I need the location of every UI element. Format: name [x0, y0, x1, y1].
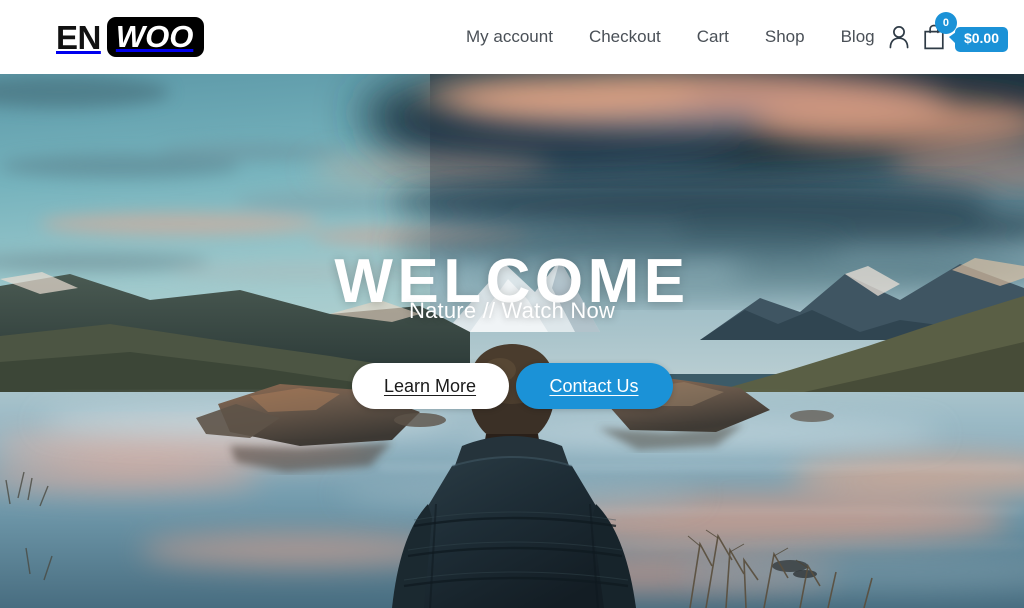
site-logo[interactable]: EN WOO	[56, 16, 205, 58]
logo-text-woo: WOO	[115, 18, 194, 54]
nav-shop[interactable]: Shop	[747, 23, 823, 51]
site-header: EN WOO My account Checkout Cart Shop Blo…	[0, 0, 1024, 74]
logo-badge: WOO	[106, 16, 205, 58]
nav-my-account[interactable]: My account	[466, 23, 571, 51]
hero-button-group: Learn More Contact Us	[0, 363, 1024, 409]
logo-text-en: EN	[56, 18, 101, 56]
learn-more-label: Learn More	[383, 375, 477, 396]
account-link[interactable]	[882, 20, 916, 54]
contact-us-button[interactable]: Contact Us	[515, 363, 673, 409]
nav-cart[interactable]: Cart	[679, 23, 747, 51]
cart-total-amount[interactable]: $0.00	[948, 27, 1008, 52]
nav-checkout[interactable]: Checkout	[571, 23, 679, 51]
hero-background-image	[0, 74, 1024, 608]
cart-count-badge: 0	[934, 12, 957, 34]
learn-more-button[interactable]: Learn More	[351, 363, 509, 409]
main-navigation: My account Checkout Cart Shop Blog	[466, 23, 893, 51]
cart-widget[interactable]: 0 $0.00	[918, 12, 1008, 54]
page-root: WELCOME Nature // Watch Now Learn More C…	[0, 0, 1024, 608]
user-account-icon	[889, 26, 909, 49]
header-actions: 0 $0.00	[882, 12, 1008, 54]
hero-section: WELCOME Nature // Watch Now Learn More C…	[0, 74, 1024, 608]
contact-us-label: Contact Us	[549, 375, 639, 396]
